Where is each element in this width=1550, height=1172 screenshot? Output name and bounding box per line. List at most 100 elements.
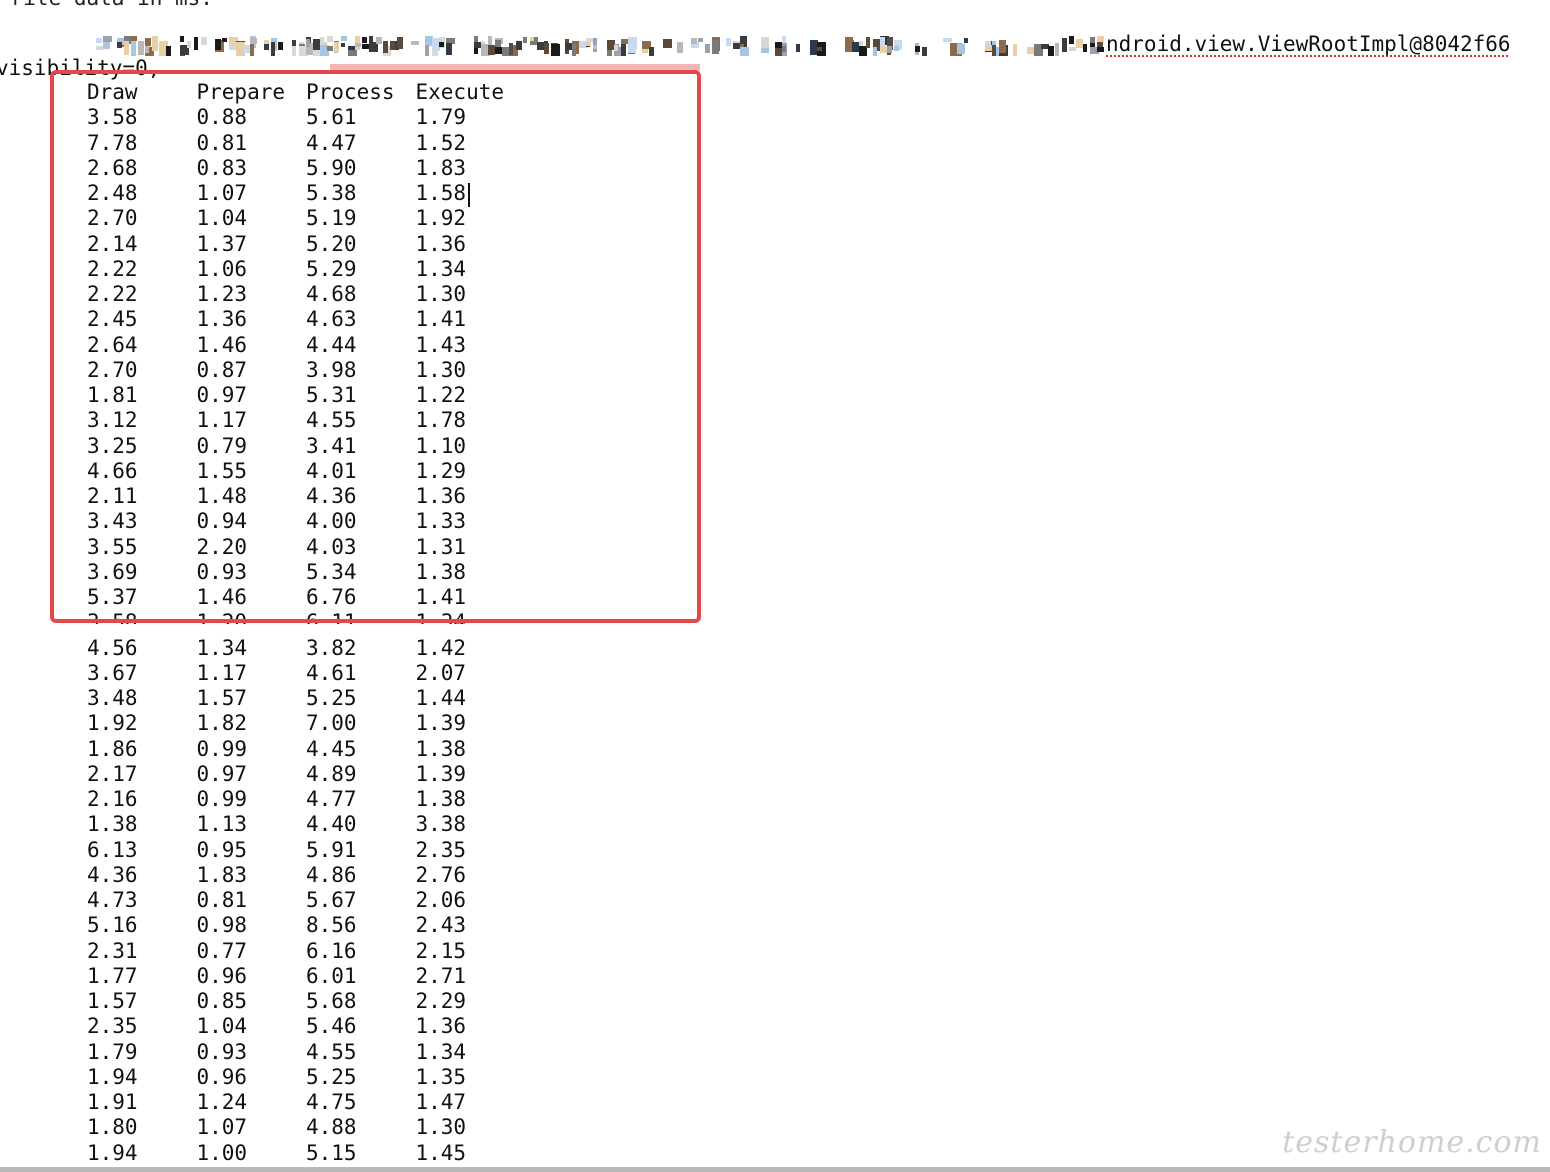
pixelated-log-line: ndroid.view.ViewRootImpl@8042f66 — [96, 30, 1511, 58]
pixel-block — [131, 36, 137, 41]
table-cell: 2.71 — [415, 963, 467, 988]
table-cell: 1.38 — [415, 787, 467, 811]
pixel-block — [712, 40, 719, 54]
pixel-block — [180, 36, 184, 42]
table-cell: 2.07 — [415, 660, 467, 685]
table-cell: 4.55 — [306, 408, 357, 433]
table-cell: 2.14 — [87, 231, 138, 256]
table-row: 3.58 0.88 5.61 1.79 — [87, 105, 525, 130]
pixel-block — [152, 36, 158, 51]
table-cell: 1.00 — [196, 1140, 248, 1165]
column-header: Process — [306, 80, 395, 104]
table-cell: 1.34 — [196, 635, 248, 660]
pixel-block — [124, 41, 129, 55]
pixel-block — [131, 47, 136, 56]
pixel-block — [1055, 43, 1059, 56]
pixel-block — [796, 44, 800, 52]
watermark-logo: testerhome.com — [1282, 1125, 1542, 1160]
pixel-block — [369, 36, 373, 44]
pixel-block — [649, 47, 654, 56]
pixel-block — [866, 37, 870, 48]
table-cell: 1.92 — [87, 711, 138, 736]
text-cursor — [468, 183, 470, 207]
table-row: 2.48 1.07 5.38 1.58 — [87, 181, 525, 206]
pixel-block — [250, 43, 254, 56]
table-row: 1.80 1.07 4.88 1.30 — [87, 1115, 525, 1140]
table-cell: 1.79 — [415, 105, 467, 130]
table-cell: 1.41 — [415, 307, 467, 332]
table-cell: 3.41 — [306, 433, 357, 458]
pixel-block — [1069, 47, 1076, 51]
pixel-block — [397, 37, 403, 49]
table-cell: 5.29 — [306, 256, 357, 281]
table-cell: 4.75 — [306, 1090, 357, 1114]
pixel-block — [621, 39, 628, 44]
table-cell: 2.22 — [87, 256, 138, 281]
table-row: 2.45 1.36 4.63 1.41 — [87, 307, 525, 332]
table-cell: 6.76 — [306, 585, 357, 609]
table-row: 2.17 0.97 4.89 1.39 — [87, 762, 525, 787]
pixel-block — [1097, 36, 1104, 42]
table-cell: 1.46 — [196, 585, 248, 609]
table-cell: 5.67 — [306, 888, 357, 912]
table-cell: 2.35 — [415, 837, 467, 862]
pixel-block — [852, 42, 859, 52]
table-row: 1.94 1.00 5.15 1.45 — [87, 1141, 525, 1166]
table-cell: 1.04 — [196, 1014, 248, 1039]
visibility-text: visibility=0, — [0, 56, 161, 80]
timing-table: Draw Prepare Process Execute 3.58 0.88 5.6… — [87, 80, 525, 1166]
table-cell: 0.95 — [196, 837, 248, 862]
pixel-block — [334, 42, 339, 52]
table-cell: 5.25 — [306, 686, 357, 710]
bottom-scrollbar[interactable] — [0, 1167, 1550, 1172]
table-cell: 1.55 — [196, 458, 248, 483]
pixel-block — [411, 41, 419, 45]
pixel-block — [817, 47, 822, 51]
table-cell: 5.25 — [306, 1064, 357, 1089]
pixel-block — [474, 42, 481, 48]
pixel-block — [341, 43, 345, 47]
table-cell: 2.43 — [415, 913, 467, 938]
table-cell: 1.81 — [87, 383, 138, 407]
table-cell: 1.92 — [415, 206, 467, 231]
pixel-block — [327, 36, 333, 42]
table-row: 2.22 1.06 5.29 1.34 — [87, 257, 525, 282]
table-cell: 1.31 — [415, 534, 467, 559]
table-cell: 2.29 — [415, 989, 467, 1013]
pixel-block — [915, 46, 920, 52]
pixel-block — [677, 42, 683, 53]
table-row: 7.78 0.81 4.47 1.52 — [87, 131, 525, 156]
table-row: 1.91 1.24 4.75 1.47 — [87, 1090, 525, 1115]
table-cell: 1.77 — [87, 963, 138, 988]
table-cell: 0.93 — [196, 1039, 248, 1064]
table-row: 4.73 0.81 5.67 2.06 — [87, 888, 525, 913]
table-row: 4.66 1.55 4.01 1.29 — [87, 459, 525, 484]
table-cell: 2.11 — [87, 484, 138, 508]
pixel-block — [194, 37, 198, 50]
pixel-block — [1097, 47, 1104, 52]
pixel-block — [943, 38, 952, 42]
pixel-block — [313, 42, 320, 50]
table-cell: 2.16 — [87, 787, 138, 811]
table-row: 3.69 0.93 5.34 1.38 — [87, 560, 525, 585]
table-row: 2.70 1.04 5.19 1.92 — [87, 206, 525, 231]
table-cell: 1.17 — [196, 408, 248, 433]
table-row: 2.22 1.23 4.68 1.30 — [87, 282, 525, 307]
table-cell: 0.88 — [196, 105, 248, 130]
table-cell: 5.38 — [306, 181, 357, 205]
table-cell: 1.38 — [87, 812, 138, 837]
table-row: 2.64 1.46 4.44 1.43 — [87, 333, 525, 358]
table-cell: 4.56 — [87, 635, 138, 660]
pixel-block — [1069, 36, 1074, 44]
table-cell: 3.48 — [87, 686, 138, 710]
table-cell: 1.58 — [415, 181, 467, 205]
table-row: 1.86 0.99 4.45 1.38 — [87, 737, 525, 762]
pixel-block — [488, 45, 495, 55]
table-row: 2.11 1.48 4.36 1.36 — [87, 484, 525, 509]
pixel-block — [390, 41, 395, 50]
table-row: 1.79 0.93 4.55 1.34 — [87, 1040, 525, 1065]
table-cell: 1.36 — [415, 484, 467, 508]
table-row: 2.16 0.99 4.77 1.38 — [87, 787, 525, 812]
table-cell: 3.69 — [87, 559, 138, 584]
table-cell: 1.06 — [196, 256, 248, 281]
